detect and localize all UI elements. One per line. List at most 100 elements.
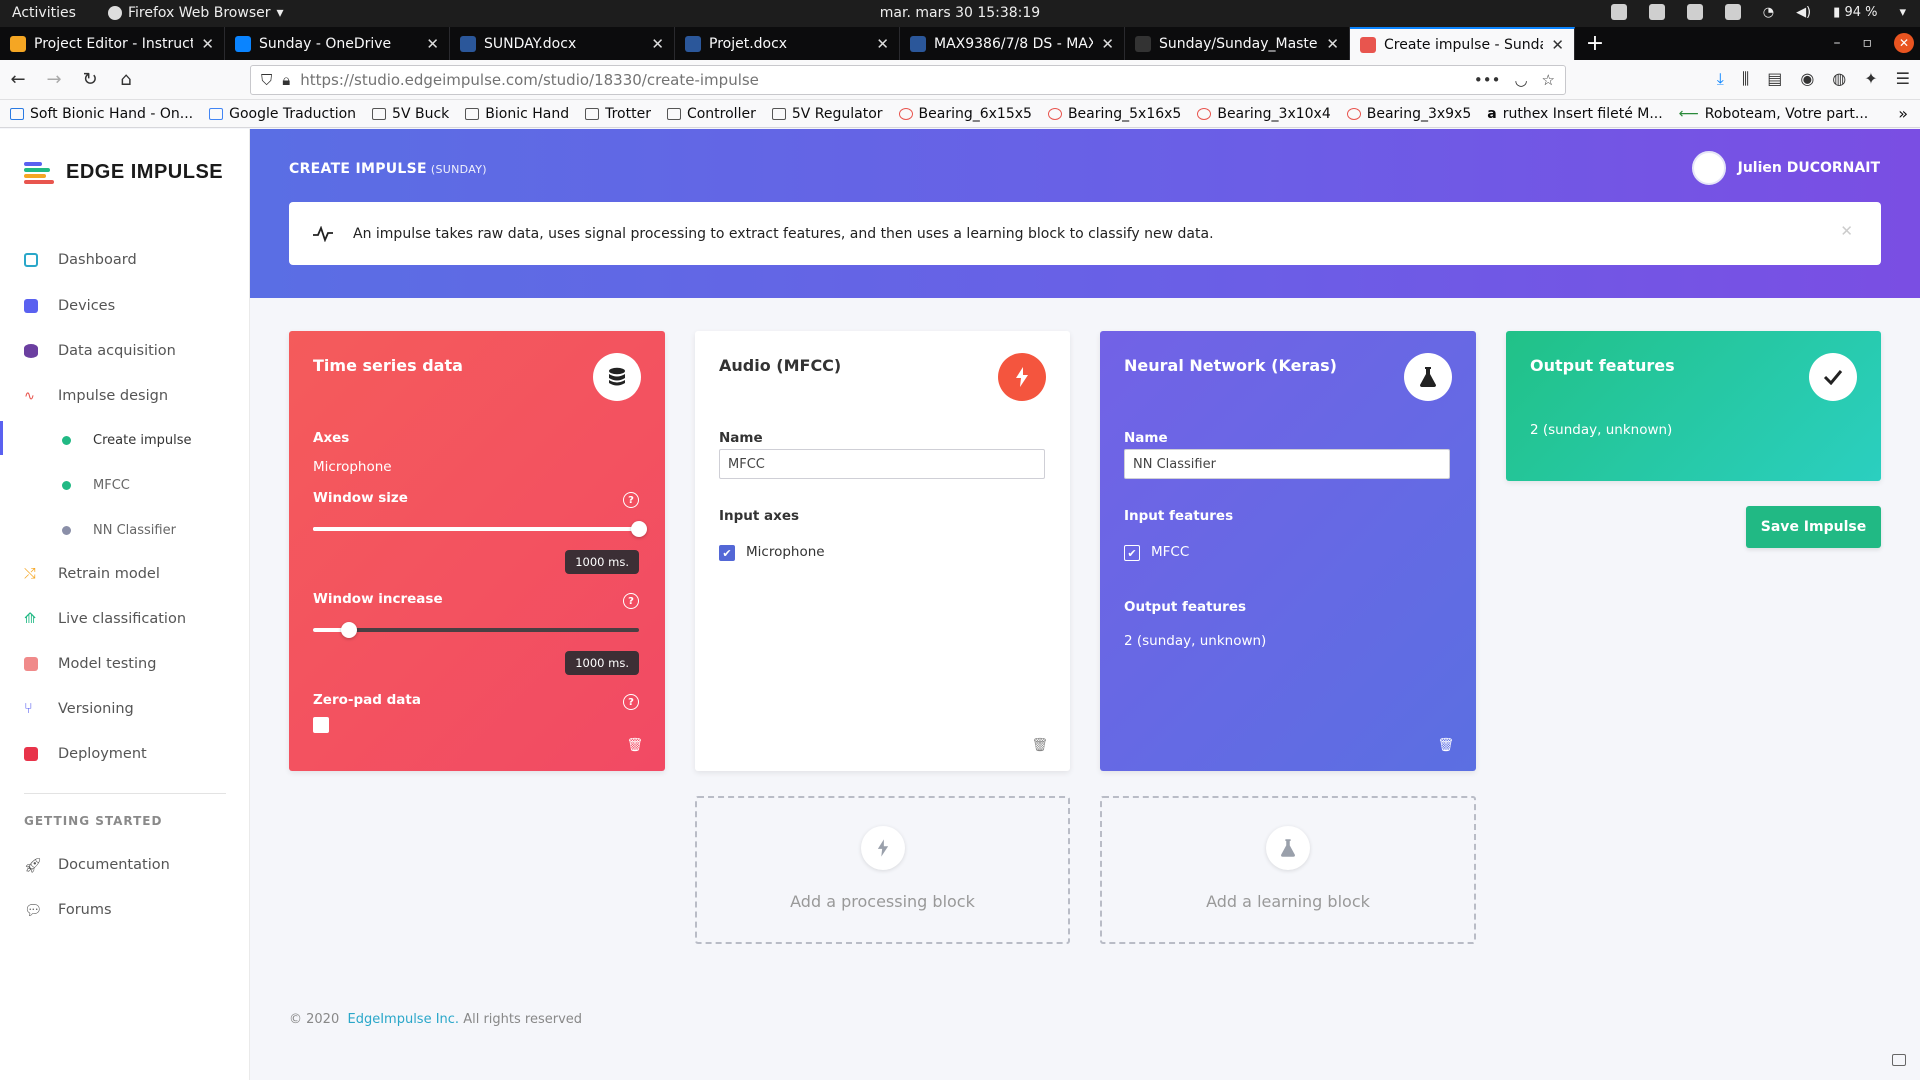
help-icon[interactable]: ? <box>623 492 639 508</box>
bookmark-item[interactable]: Trotter <box>585 106 651 122</box>
back-button[interactable]: ← <box>0 64 36 96</box>
library-icon[interactable]: ⫼ <box>1742 69 1749 89</box>
reload-button[interactable]: ↻ <box>72 64 108 96</box>
bookmark-item[interactable]: Bearing_3x10x4 <box>1197 106 1331 122</box>
browser-tab[interactable]: Projet.docx ✕ <box>675 27 900 60</box>
bookmark-item[interactable]: Controller <box>666 106 756 122</box>
sidebar-item-retrain-model[interactable]: ⤭ Retrain model <box>0 557 250 591</box>
trash-icon[interactable]: 🗑︎ <box>1437 738 1454 753</box>
browser-tab[interactable]: Project Editor - Instructa ✕ <box>0 27 225 60</box>
sidebar-item-forums[interactable]: 💬︎ Forums <box>0 893 250 927</box>
close-icon[interactable]: ✕ <box>1551 36 1564 54</box>
sidebar-item-dashboard[interactable]: Dashboard <box>0 243 250 277</box>
slider-handle[interactable] <box>631 521 647 537</box>
window-close-button[interactable]: ✕ <box>1894 33 1914 53</box>
sidebar-item-impulse-design[interactable]: ∿ Impulse design <box>0 379 250 413</box>
brand-logo[interactable]: EDGE IMPULSE <box>24 161 223 184</box>
extension-color-icon[interactable]: ◍ <box>1832 69 1846 89</box>
menu-icon[interactable]: ☰ <box>1896 69 1910 89</box>
power-menu-icon[interactable]: ▾ <box>1899 5 1906 20</box>
slider-handle[interactable] <box>340 622 357 638</box>
account-icon[interactable]: ◉ <box>1800 69 1814 89</box>
bookmark-item[interactable]: 5V Regulator <box>771 106 883 122</box>
sidebar-item-create-impulse[interactable]: Create impulse <box>0 423 250 457</box>
workspace-icon[interactable] <box>1724 4 1741 20</box>
add-processing-block-button[interactable]: Add a processing block <box>695 796 1070 944</box>
sidebar-item-model-testing[interactable]: Model testing <box>0 647 250 681</box>
sidebar-item-deployment[interactable]: Deployment <box>0 737 250 771</box>
address-bar[interactable]: ⛉ 🔒︎ ••• ◡ ☆ <box>250 65 1566 95</box>
sidebar-item-mfcc[interactable]: MFCC <box>0 468 250 502</box>
more-actions-icon[interactable]: ••• <box>1474 71 1501 89</box>
browser-tab-active[interactable]: Create impulse - Sunday ✕ <box>1350 27 1575 60</box>
home-button[interactable]: ⌂ <box>108 64 144 96</box>
bookmark-item[interactable]: Bearing_3x9x5 <box>1346 106 1471 122</box>
bookmark-item[interactable]: Bearing_5x16x5 <box>1047 106 1181 122</box>
forward-button[interactable]: → <box>36 64 72 96</box>
save-impulse-button[interactable]: Save Impulse <box>1746 506 1881 548</box>
bookmarks-overflow-icon[interactable]: » <box>1898 104 1908 123</box>
wifi-icon[interactable]: ◔ <box>1763 5 1774 20</box>
processing-name-input[interactable] <box>719 449 1045 479</box>
lock-icon[interactable]: 🔒︎ <box>282 71 290 89</box>
bookmark-item[interactable]: ⟵ Roboteam, Votre part... <box>1679 106 1869 122</box>
minimize-icon[interactable]: – <box>1834 35 1841 51</box>
shield-icon[interactable]: ⛉ <box>261 71 272 89</box>
help-icon[interactable]: ? <box>623 593 639 609</box>
sidebar-item-versioning[interactable]: ⑂ Versioning <box>0 692 250 726</box>
browser-tab[interactable]: MAX9386/7/8 DS - MAXS ✕ <box>900 27 1125 60</box>
close-icon[interactable]: ✕ <box>651 35 664 53</box>
download-icon[interactable]: ⤓ <box>1717 69 1724 89</box>
help-icon[interactable]: ? <box>623 694 639 710</box>
close-icon[interactable]: ✕ <box>876 35 889 53</box>
window-size-slider[interactable] <box>313 521 647 537</box>
zero-pad-checkbox[interactable] <box>313 717 329 733</box>
dismiss-icon[interactable]: ✕ <box>1840 222 1853 240</box>
input-feature-checkbox[interactable]: ✔ <box>1124 545 1140 561</box>
new-tab-button[interactable]: + <box>1575 27 1615 60</box>
clock[interactable]: mar. mars 30 15:38:19 <box>880 5 1040 21</box>
folder-icon <box>585 107 600 120</box>
close-icon[interactable]: ✕ <box>1326 35 1339 53</box>
bookmark-item[interactable]: Soft Bionic Hand - On... <box>10 106 193 122</box>
activities-button[interactable]: Activities <box>12 5 76 21</box>
bookmark-star-icon[interactable]: ☆ <box>1542 71 1555 89</box>
cloud-icon[interactable] <box>1610 4 1627 20</box>
window-increase-slider[interactable] <box>313 622 639 638</box>
update-icon[interactable] <box>1648 4 1665 20</box>
bookmark-item[interactable]: Google Traduction <box>209 106 356 122</box>
close-icon[interactable]: ✕ <box>426 35 439 53</box>
edge-impulse-logo-icon <box>24 161 56 184</box>
sidebar-item-documentation[interactable]: 🚀︎ Documentation <box>0 848 250 882</box>
add-learning-block-button[interactable]: Add a learning block <box>1100 796 1476 944</box>
trash-icon[interactable]: 🗑︎ <box>1031 738 1048 753</box>
browser-tab[interactable]: SUNDAY.docx ✕ <box>450 27 675 60</box>
sidebar-item-live-classification[interactable]: ⟰ Live classification <box>0 602 250 636</box>
bookmark-item[interactable]: Bionic Hand <box>465 106 569 122</box>
input-axis-checkbox[interactable]: ✔ <box>719 545 735 561</box>
sidebar-icon[interactable]: ▤ <box>1767 69 1782 89</box>
close-icon[interactable]: ✕ <box>201 35 214 53</box>
browser-tab[interactable]: Sunday - OneDrive ✕ <box>225 27 450 60</box>
bookmark-item[interactable]: Bearing_6x15x5 <box>898 106 1032 122</box>
user-menu[interactable]: Julien DUCORNAIT <box>1691 151 1880 185</box>
company-link[interactable]: EdgeImpulse Inc. <box>347 1012 459 1027</box>
app-menu[interactable]: Firefox Web Browser ▾ <box>108 5 284 21</box>
sidebar-item-devices[interactable]: Devices <box>0 289 250 323</box>
sidebar-item-data-acquisition[interactable]: Data acquisition <box>0 334 250 368</box>
trash-icon[interactable]: 🗑︎ <box>626 738 643 753</box>
battery-indicator[interactable]: ▮ 94 % <box>1833 5 1877 20</box>
url-input[interactable] <box>300 71 1464 89</box>
maximize-icon[interactable]: ▫ <box>1863 35 1873 51</box>
sidebar-item-nn-classifier[interactable]: NN Classifier <box>0 513 250 547</box>
browser-tab[interactable]: Sunday/Sunday_Master.i ✕ <box>1125 27 1350 60</box>
bookmark-item[interactable]: 5V Buck <box>372 106 449 122</box>
volume-icon[interactable]: ◀) <box>1796 5 1811 20</box>
feedback-chat-icon[interactable] <box>1892 1054 1906 1066</box>
bookmark-item[interactable]: a ruthex Insert fileté M... <box>1487 106 1662 122</box>
close-icon[interactable]: ✕ <box>1101 35 1114 53</box>
pocket-icon[interactable]: ◡ <box>1514 71 1527 89</box>
extension-icon[interactable]: ✦ <box>1864 69 1877 89</box>
learning-name-input[interactable] <box>1124 449 1450 479</box>
clipboard-icon[interactable] <box>1686 4 1703 20</box>
